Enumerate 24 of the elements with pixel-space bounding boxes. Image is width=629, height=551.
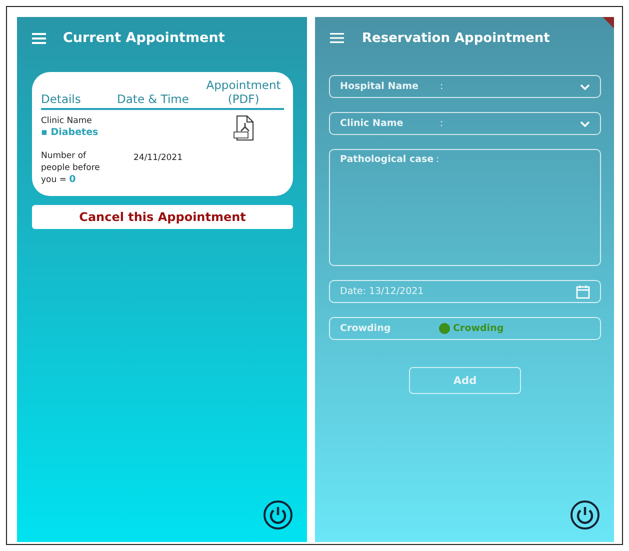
clinic-value: ▪ Diabetes: [41, 127, 100, 138]
cancel-button[interactable]: Cancel this Appointment: [32, 205, 294, 229]
chevron-icon: [580, 120, 590, 126]
menu-icon[interactable]: [330, 33, 344, 43]
clinic-label: Clinic Name: [41, 115, 93, 127]
column-header: Details: [41, 92, 82, 106]
column-header: Appointment (PDF): [205, 78, 282, 106]
power-icon[interactable]: [263, 500, 294, 530]
crowding-field: Crowding Crowding: [329, 317, 601, 340]
power-icon[interactable]: [570, 500, 600, 530]
date-field[interactable]: Date: 13/12/2021: [329, 280, 601, 303]
queue-text: Number of people before you = 0: [41, 150, 101, 186]
appointment-date: 24/11/2021: [134, 153, 182, 163]
screen-title: Reservation Appointment: [362, 30, 550, 46]
screen-title: Current Appointment: [63, 30, 225, 46]
status-text: Crowding: [453, 323, 504, 334]
dropdown-field[interactable]: Clinic Name :: [329, 112, 601, 135]
dropdown-field[interactable]: Hospital Name :: [329, 75, 601, 98]
pdf-file-icon[interactable]: [232, 115, 255, 141]
text-area-field[interactable]: Pathological case :: [329, 149, 601, 266]
column-header: Date & Time: [116, 92, 190, 106]
add-button[interactable]: Add: [409, 367, 522, 394]
menu-icon[interactable]: [32, 32, 46, 44]
chevron-icon: [580, 84, 590, 90]
